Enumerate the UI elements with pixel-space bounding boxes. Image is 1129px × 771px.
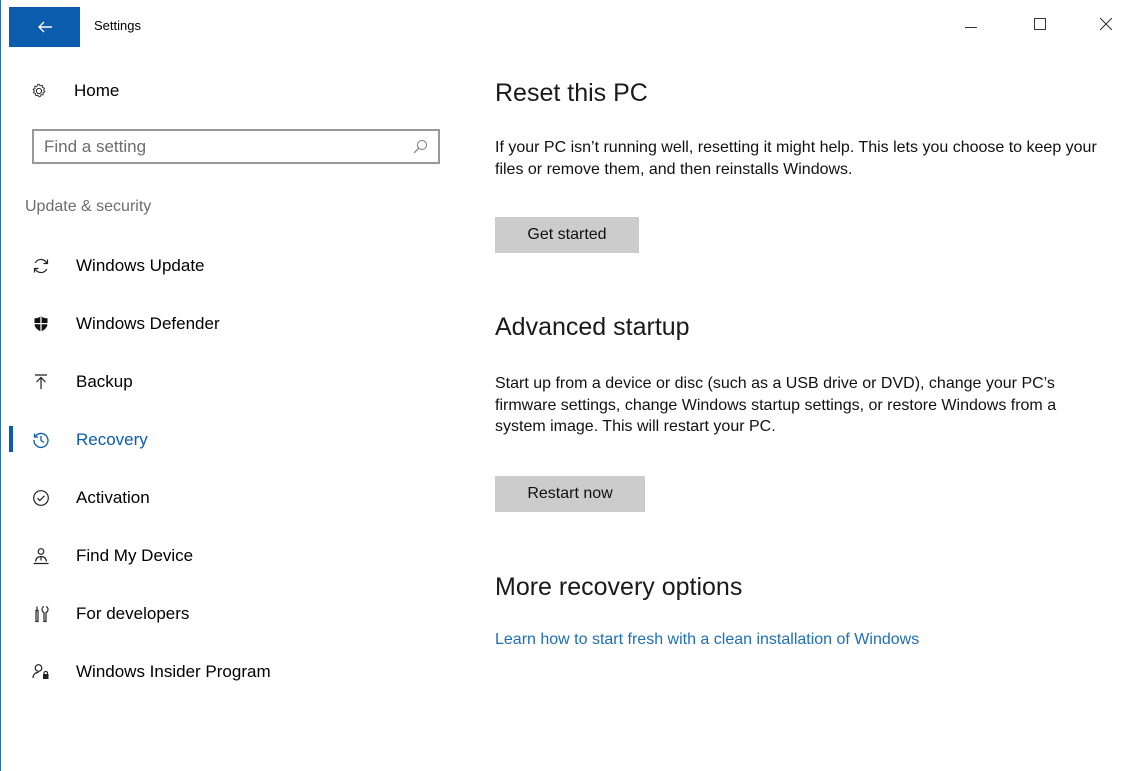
search-placeholder: Find a setting: [44, 136, 147, 156]
sidebar-item-label: Windows Insider Program: [76, 662, 271, 681]
person-pin-icon: [33, 548, 49, 565]
home-nav-item[interactable]: Home: [31, 79, 119, 103]
close-button[interactable]: [1083, 0, 1129, 47]
sidebar-item-label: For developers: [76, 604, 190, 623]
history-icon: [33, 432, 49, 449]
advanced-startup-heading: Advanced startup: [495, 313, 690, 341]
sidebar-item-label: Recovery: [76, 430, 148, 449]
minimize-button[interactable]: [948, 0, 994, 47]
sidebar-item-windows-defender[interactable]: Windows Defender: [1, 308, 461, 340]
advanced-startup-description: Start up from a device or disc (such as …: [495, 375, 1057, 435]
sidebar-item-recovery[interactable]: Recovery: [1, 424, 461, 456]
more-recovery-heading: More recovery options: [495, 573, 743, 601]
title-bar: Settings: [1, 0, 1129, 47]
maximize-icon: [1034, 17, 1046, 30]
sidebar-item-label: Activation: [76, 488, 150, 507]
sidebar-item-windows-update[interactable]: Windows Update: [1, 250, 461, 282]
sidebar-item-label: Find My Device: [76, 546, 194, 565]
close-icon: [1100, 17, 1112, 30]
reset-heading: Reset this PC: [495, 79, 648, 107]
section-heading: Update & security: [25, 198, 152, 215]
sync-icon: [33, 258, 49, 274]
sidebar-item-label: Windows Defender: [76, 314, 220, 333]
search-icon: [413, 139, 427, 153]
search-input[interactable]: Find a setting: [32, 129, 440, 164]
maximize-button[interactable]: [1017, 0, 1063, 47]
back-arrow-icon: [37, 21, 52, 33]
sidebar-item-backup[interactable]: Backup: [1, 366, 461, 398]
shield-icon: [34, 316, 48, 332]
get-started-button[interactable]: Get started: [495, 217, 639, 253]
reset-description: If your PC isn’t running well, resetting…: [495, 139, 1097, 178]
sidebar-item-label: Backup: [76, 372, 133, 391]
gear-icon: [32, 83, 46, 98]
restart-now-button[interactable]: Restart now: [495, 476, 645, 512]
minimize-icon: [965, 26, 977, 28]
check-circle-icon: [33, 490, 49, 506]
home-label: Home: [74, 81, 120, 100]
settings-window: Settings Home Find a setting Update & se…: [0, 0, 1129, 771]
insider-icon: [32, 664, 49, 679]
sidebar-item-find-my-device[interactable]: Find My Device: [1, 540, 461, 572]
sidebar-item-label: Windows Update: [76, 256, 205, 275]
backup-arrow-icon: [35, 374, 47, 389]
window-title: Settings: [94, 18, 141, 33]
back-button[interactable]: [9, 7, 80, 47]
developer-tools-icon: [35, 605, 49, 623]
sidebar-item-activation[interactable]: Activation: [1, 482, 461, 514]
clean-install-link[interactable]: Learn how to start fresh with a clean in…: [495, 631, 919, 649]
sidebar-item-for-developers[interactable]: For developers: [1, 598, 461, 630]
sidebar-item-windows-insider[interactable]: Windows Insider Program: [1, 656, 461, 688]
